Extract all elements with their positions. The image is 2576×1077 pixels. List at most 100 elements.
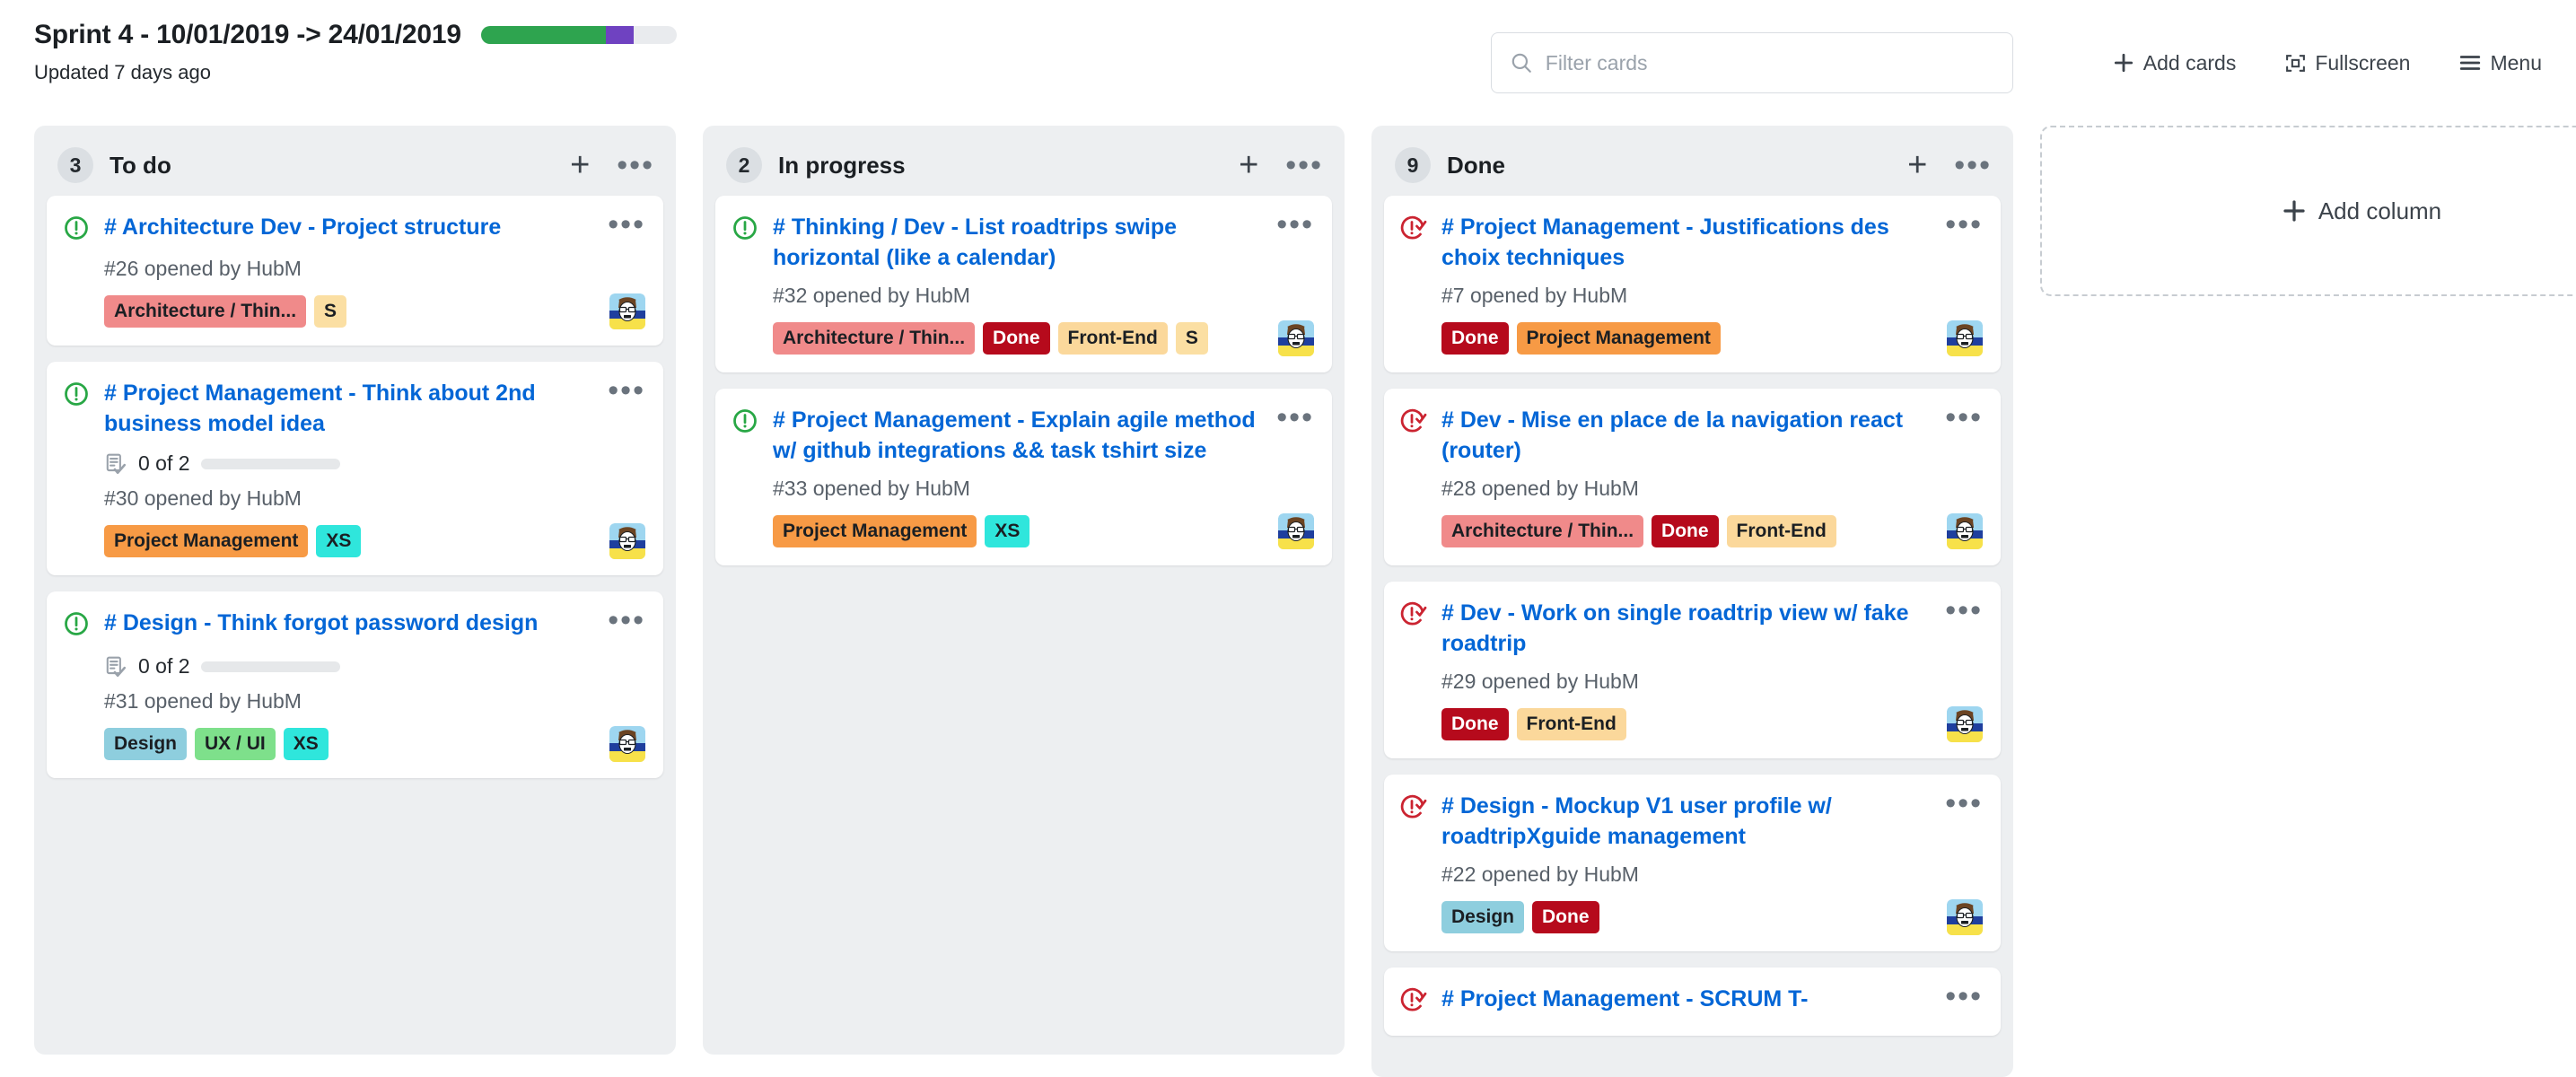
issue-open-icon	[63, 215, 90, 241]
card-label: S	[1175, 322, 1208, 355]
card-label: Architecture / Thin...	[104, 295, 307, 328]
board-column-done: 9 Done + ••• # Project Management - Just…	[1371, 126, 2013, 1077]
card-label: S	[314, 295, 347, 328]
card-more-options-icon[interactable]: •••	[1945, 786, 1983, 820]
column-more-options-icon[interactable]: •••	[617, 150, 654, 180]
card-more-options-icon[interactable]: •••	[1945, 400, 1983, 434]
card-label: Done	[983, 322, 1050, 355]
card-title[interactable]: # Architecture Dev - Project structure	[104, 212, 608, 242]
column-card-count: 9	[1395, 147, 1431, 183]
progress-segment-purple	[606, 26, 634, 44]
column-card-list: # Thinking / Dev - List roadtrips swipe …	[715, 196, 1332, 566]
card-labels: Done Project Management	[1441, 322, 1983, 355]
avatar[interactable]	[609, 293, 645, 330]
issue-card[interactable]: # Design - Think forgot password design •…	[47, 591, 663, 779]
issue-closed-icon	[1400, 407, 1427, 434]
issue-card[interactable]: # Design - Mockup V1 user profile w/ roa…	[1384, 775, 2001, 952]
kanban-board: 3 To do + ••• # Architecture Dev - Proje…	[0, 126, 2576, 1077]
avatar[interactable]	[1947, 706, 1983, 743]
issue-card[interactable]: # Project Management - Explain agile met…	[715, 389, 1332, 566]
card-title[interactable]: # Project Management - Think about 2nd b…	[104, 378, 608, 439]
card-header: # Thinking / Dev - List roadtrips swipe …	[732, 209, 1314, 273]
checklist-progress-text: 0 of 2	[138, 451, 190, 476]
issue-closed-icon	[1400, 600, 1427, 627]
issue-open-icon	[732, 215, 758, 241]
card-label: Done	[1532, 901, 1599, 934]
column-header: 2 In progress + •••	[715, 136, 1332, 196]
card-more-options-icon[interactable]: •••	[1945, 979, 1983, 1013]
issue-card[interactable]: # Project Management - Justifications de…	[1384, 196, 2001, 373]
column-more-options-icon[interactable]: •••	[1954, 150, 1992, 180]
card-more-options-icon[interactable]: •••	[608, 373, 645, 407]
issue-card[interactable]: # Thinking / Dev - List roadtrips swipe …	[715, 196, 1332, 373]
card-label: Design	[1441, 901, 1525, 934]
card-labels: Project Management XS	[773, 515, 1314, 548]
avatar[interactable]	[1278, 513, 1314, 550]
avatar[interactable]	[609, 726, 645, 763]
card-label: Front-End	[1516, 708, 1626, 741]
card-title[interactable]: # Thinking / Dev - List roadtrips swipe …	[773, 212, 1276, 273]
issue-card[interactable]: # Dev - Work on single roadtrip view w/ …	[1384, 582, 2001, 759]
column-more-options-icon[interactable]: •••	[1285, 150, 1323, 180]
card-title[interactable]: # Design - Think forgot password design	[104, 608, 608, 638]
column-actions: + •••	[570, 148, 654, 182]
card-title[interactable]: # Project Management - Justifications de…	[1441, 212, 1945, 273]
card-label: Front-End	[1057, 322, 1168, 355]
add-card-to-to-do-button[interactable]: +	[570, 148, 590, 182]
add-cards-button[interactable]: Add cards	[2112, 51, 2236, 75]
card-labels: Design Done	[1441, 901, 1983, 934]
avatar[interactable]	[1947, 513, 1983, 550]
column-title: In progress	[778, 151, 906, 179]
card-header: # Architecture Dev - Project structure ••…	[63, 209, 645, 246]
avatar[interactable]	[609, 523, 645, 560]
card-more-options-icon[interactable]: •••	[1945, 593, 1983, 627]
card-title[interactable]: # Design - Mockup V1 user profile w/ roa…	[1441, 791, 1945, 852]
card-title[interactable]: # Project Management - SCRUM T-	[1441, 984, 1945, 1014]
avatar[interactable]	[1947, 320, 1983, 357]
avatar[interactable]	[1947, 899, 1983, 936]
column-card-count: 3	[57, 147, 93, 183]
search-input[interactable]	[1545, 50, 1994, 75]
card-checklist: 0 of 2	[104, 654, 645, 679]
card-header: # Design - Mockup V1 user profile w/ roa…	[1400, 788, 1983, 852]
header-toolbar: Add cards Fullscreen Menu	[1490, 32, 2542, 93]
column-card-count: 2	[726, 147, 762, 183]
add-column-button[interactable]: Add column	[2040, 126, 2576, 296]
card-title[interactable]: # Project Management - Explain agile met…	[773, 405, 1276, 466]
card-more-options-icon[interactable]: •••	[1276, 400, 1314, 434]
filter-cards-box[interactable]	[1490, 32, 2013, 93]
avatar[interactable]	[1278, 320, 1314, 357]
card-more-options-icon[interactable]: •••	[608, 207, 645, 241]
column-actions: + •••	[1239, 148, 1323, 182]
card-labels: Architecture / Thin... Done Front-End S	[773, 322, 1314, 355]
issue-card[interactable]: # Project Management - SCRUM T- •••	[1384, 968, 2001, 1037]
fullscreen-button[interactable]: Fullscreen	[2284, 51, 2410, 75]
checklist-progress-bar	[200, 458, 340, 469]
card-title[interactable]: # Dev - Work on single roadtrip view w/ …	[1441, 598, 1945, 659]
menu-button[interactable]: Menu	[2458, 51, 2542, 75]
sprint-row: Sprint 4 - 10/01/2019 -> 24/01/2019	[34, 20, 677, 50]
column-actions: + •••	[1907, 148, 1992, 182]
menu-label: Menu	[2490, 50, 2542, 74]
card-more-options-icon[interactable]: •••	[1276, 207, 1314, 241]
card-more-options-icon[interactable]: •••	[1945, 207, 1983, 241]
issue-card[interactable]: # Architecture Dev - Project structure ••…	[47, 196, 663, 346]
card-label: XS	[985, 515, 1030, 548]
add-card-to-in-progress-button[interactable]: +	[1239, 148, 1258, 182]
add-card-to-done-button[interactable]: +	[1907, 148, 1927, 182]
card-meta: #26 opened by HubM	[104, 257, 302, 280]
checklist-icon	[104, 452, 127, 476]
card-meta: #31 opened by HubM	[104, 689, 302, 714]
card-more-options-icon[interactable]: •••	[608, 603, 645, 637]
card-labels: Architecture / Thin... S	[104, 295, 645, 328]
card-label: Project Management	[104, 525, 309, 558]
checklist-icon	[104, 655, 127, 679]
plus-icon	[2112, 51, 2135, 74]
issue-card[interactable]: # Project Management - Think about 2nd b…	[47, 362, 663, 576]
progress-segment-green	[480, 26, 607, 44]
card-header: # Project Management - Justifications de…	[1400, 209, 1983, 273]
card-title[interactable]: # Dev - Mise en place de la navigation r…	[1441, 405, 1945, 466]
card-label: Design	[104, 728, 188, 761]
issue-card[interactable]: # Dev - Mise en place de la navigation r…	[1384, 389, 2001, 566]
card-labels: Project Management XS	[104, 525, 645, 558]
